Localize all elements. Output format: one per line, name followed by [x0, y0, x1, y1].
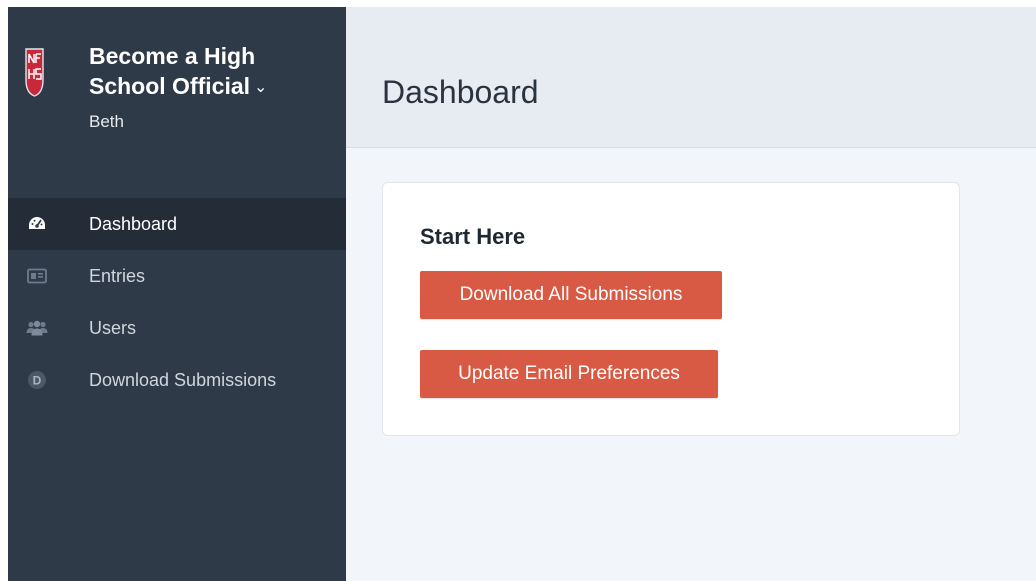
page-title: Dashboard	[382, 74, 539, 111]
sidebar: Become a High School Official ⌄ Beth Dash…	[8, 7, 346, 581]
app-title: Become a High School Official	[89, 43, 256, 99]
sidebar-item-label: Users	[89, 317, 137, 338]
sidebar-item-dashboard[interactable]: Dashboard	[8, 198, 346, 250]
main-content: Dashboard Start Here Download All Submis…	[346, 7, 1036, 581]
app-title-menu[interactable]: Become a High School Official ⌄	[89, 41, 329, 103]
nfhs-logo	[25, 48, 44, 97]
page-header: Dashboard	[346, 7, 1036, 148]
sidebar-item-download-submissions[interactable]: D Download Submissions	[8, 354, 346, 406]
sidebar-item-label: Download Submissions	[89, 369, 277, 390]
users-icon	[26, 317, 48, 339]
chevron-down-icon: ⌄	[254, 79, 268, 96]
sidebar-item-users[interactable]: Users	[8, 302, 346, 354]
sidebar-nav: Dashboard Entries Users D Download Submi…	[8, 198, 346, 406]
sidebar-item-label: Entries	[89, 265, 146, 286]
user-name: Beth	[89, 112, 124, 131]
brand-area: Become a High School Official ⌄ Beth	[8, 7, 346, 157]
sidebar-item-entries[interactable]: Entries	[8, 250, 346, 302]
start-here-card: Start Here Download All Submissions Upda…	[382, 182, 960, 436]
letter-d-icon-text: D	[33, 373, 42, 387]
id-card-icon	[26, 265, 48, 287]
update-email-preferences-button[interactable]: Update Email Preferences	[420, 350, 718, 398]
app-window: Become a High School Official ⌄ Beth Dash…	[8, 7, 1036, 581]
download-all-submissions-button[interactable]: Download All Submissions	[420, 271, 722, 319]
card-title: Start Here	[420, 224, 526, 249]
letter-d-icon: D	[26, 369, 48, 391]
dashboard-gauge-icon	[26, 213, 48, 235]
sidebar-item-label: Dashboard	[89, 213, 178, 234]
